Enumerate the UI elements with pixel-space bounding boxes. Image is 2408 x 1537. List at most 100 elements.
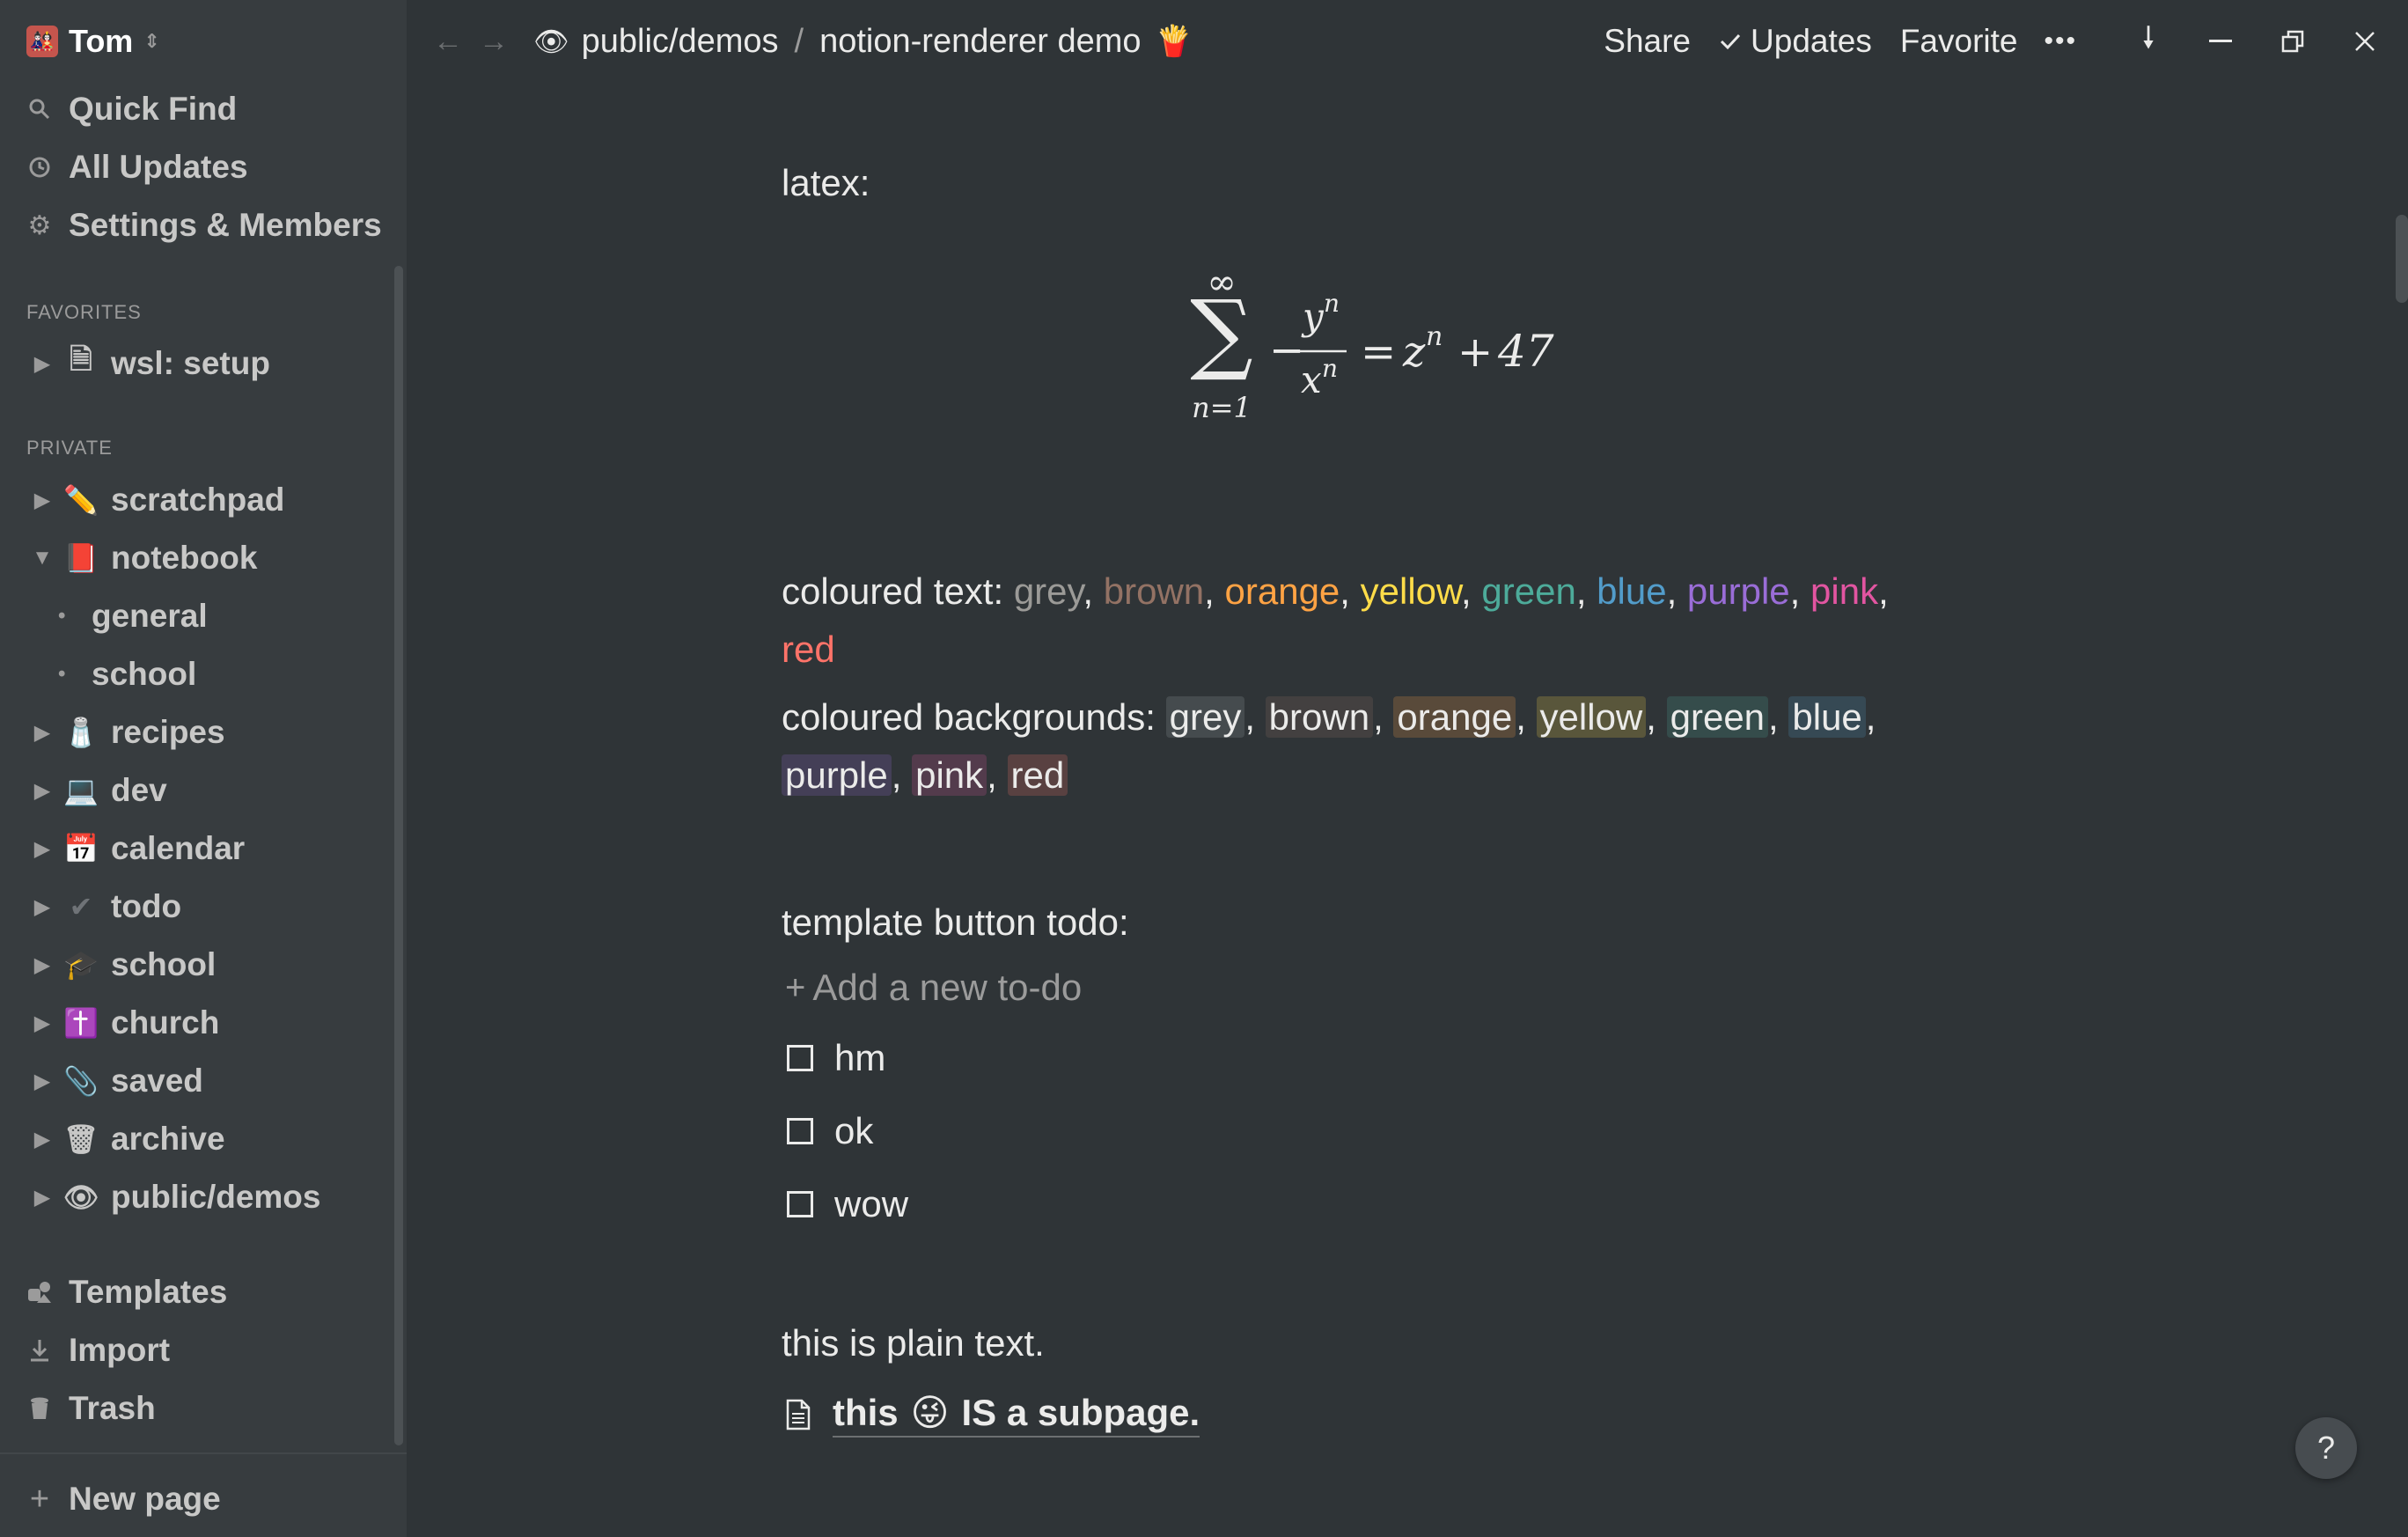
sidebar-item-quick-find[interactable]: Quick Find — [26, 85, 237, 134]
updates-button[interactable]: Updates — [1719, 23, 1872, 60]
sidebar-item-templates[interactable]: Templates — [26, 1268, 227, 1317]
sidebar-item-label: Quick Find — [69, 91, 238, 127]
svg-text:n: n — [1324, 289, 1340, 318]
cross-icon: ✝️ — [63, 1007, 99, 1039]
expand-triangle-icon[interactable]: ▶ — [30, 778, 55, 804]
latex-label: latex: — [782, 162, 870, 203]
search-icon — [26, 98, 53, 121]
sidebar-page-archive[interactable]: ▶ 🗑 archive — [30, 1114, 225, 1164]
todo-label[interactable]: wow — [834, 1183, 908, 1225]
expand-triangle-icon[interactable]: ▶ — [30, 488, 55, 513]
coloured-bg-word-pink: pink — [912, 754, 987, 796]
expand-triangle-icon[interactable]: ▶ — [30, 836, 55, 862]
topbar: ← → 👁 public/demos / notion-renderer dem… — [407, 0, 2408, 83]
coloured-word-orange: orange — [1224, 570, 1340, 612]
sidebar-item-label: church — [111, 1004, 220, 1041]
workspace-switcher[interactable]: 🎎 Tom ⇕ — [26, 19, 160, 63]
todo-checkbox[interactable] — [787, 1118, 813, 1144]
sidebar-page-saved[interactable]: ▶ 📎 saved — [30, 1056, 203, 1106]
sidebar-page-scratchpad[interactable]: ▶ ✏️ scratchpad — [30, 475, 285, 525]
sidebar-page-public-demos[interactable]: ▶ 👁 public/demos — [30, 1173, 321, 1222]
updates-label: Updates — [1751, 23, 1872, 59]
expand-triangle-icon[interactable]: ▶ — [30, 952, 55, 978]
subpage-link[interactable]: this 😜 IS a subpage. — [782, 1391, 1200, 1438]
content-scrollbar[interactable] — [2396, 215, 2408, 303]
expand-triangle-icon[interactable]: ▶ — [30, 1069, 55, 1094]
sidebar-item-all-updates[interactable]: All Updates — [26, 143, 248, 192]
collapse-triangle-icon[interactable]: ▼ — [30, 546, 55, 570]
add-todo-template-button[interactable]: + Add a new to-do — [782, 967, 1082, 1009]
sidebar-page-recipes[interactable]: ▶ 🧂 recipes — [30, 708, 225, 757]
sidebar-page-calendar[interactable]: ▶ 📅 calendar — [30, 824, 245, 873]
sidebar-item-trash[interactable]: Trash — [26, 1384, 156, 1433]
subpage-title: this 😜 IS a subpage. — [833, 1391, 1200, 1438]
breadcrumb-item-public-demos[interactable]: public/demos — [582, 23, 779, 61]
sidebar-page-todo[interactable]: ▶ ✔ todo — [30, 882, 181, 931]
todo-item: hm — [782, 1032, 885, 1085]
svg-text:=: = — [1361, 327, 1396, 377]
expand-triangle-icon[interactable]: ▶ — [30, 720, 55, 746]
book-icon: 📕 — [63, 542, 99, 574]
sidebar-item-label: Templates — [69, 1274, 228, 1310]
page-icon: 🗎 — [70, 343, 92, 375]
sidebar-page-notebook[interactable]: ▼ 📕 notebook — [30, 533, 257, 583]
expand-triangle-icon[interactable]: ▶ — [30, 894, 55, 920]
page-content: latex: ∞ ∑ n=1 − y n x n = z n + 47 colo… — [407, 83, 2408, 1537]
coloured-word-red: red — [782, 629, 835, 670]
coloured-bg-word-brown: brown — [1265, 696, 1374, 738]
todo-label[interactable]: ok — [834, 1110, 873, 1152]
sidebar-page-church[interactable]: ▶ ✝️ church — [30, 998, 220, 1048]
sidebar-item-settings[interactable]: ⚙ Settings & Members — [26, 201, 382, 250]
minimize-icon[interactable] — [2184, 40, 2257, 43]
clock-icon — [26, 156, 53, 179]
sidebar-page-dev[interactable]: ▶ 💻 dev — [30, 766, 167, 815]
expand-triangle-icon[interactable]: ▶ — [30, 1127, 55, 1152]
sidebar-item-label: saved — [111, 1063, 203, 1099]
breadcrumb-item-current-page[interactable]: notion-renderer demo — [819, 23, 1141, 61]
salt-icon: 🧂 — [63, 717, 99, 748]
sidebar-page-school[interactable]: ▶ 🎓 school — [30, 940, 216, 989]
bullet-icon: • — [58, 604, 66, 628]
share-button[interactable]: Share — [1604, 23, 1691, 60]
expand-triangle-icon[interactable]: ▶ — [30, 1011, 55, 1036]
todo-checkbox[interactable] — [787, 1045, 813, 1071]
sidebar-page-wsl-setup[interactable]: ▶ 🗎 wsl: setup — [30, 339, 270, 388]
more-options-button[interactable]: ••• — [2044, 26, 2077, 56]
sidebar-scrollbar[interactable] — [394, 266, 403, 1445]
expand-triangle-icon[interactable]: ▶ — [30, 351, 55, 377]
coloured-bg-words-line: purple, pink, red — [782, 754, 1068, 796]
graduation-cap-icon: 🎓 — [63, 949, 99, 981]
private-heading: PRIVATE — [26, 437, 113, 459]
close-icon[interactable] — [2329, 30, 2401, 53]
plain-text-block[interactable]: this is plain text. — [782, 1322, 1045, 1364]
favorite-button[interactable]: Favorite — [1900, 23, 2018, 60]
sidebar-subpage-general[interactable]: • general — [58, 592, 208, 641]
sidebar-item-import[interactable]: Import — [26, 1326, 170, 1375]
forward-arrow-icon[interactable]: → — [479, 25, 509, 59]
expand-triangle-icon[interactable]: ▶ — [30, 1185, 55, 1210]
subpage-title-part: IS a subpage. — [961, 1391, 1200, 1433]
restore-icon[interactable] — [2257, 30, 2329, 53]
paperclip-icon: 📎 — [63, 1065, 99, 1097]
help-button[interactable]: ? — [2295, 1417, 2357, 1479]
latex-equation[interactable]: ∞ ∑ n=1 − y n x n = z n + 47 — [1172, 262, 1595, 447]
new-page-button[interactable]: + New page — [26, 1474, 221, 1524]
coloured-words-line: grey, brown, orange, yellow, green, blue… — [1013, 570, 1889, 612]
sidebar-item-label: public/demos — [111, 1179, 321, 1215]
svg-text:x: x — [1301, 358, 1322, 401]
todo-label[interactable]: hm — [834, 1037, 885, 1079]
back-arrow-icon[interactable]: ← — [433, 25, 463, 59]
coloured-bg-word-green: green — [1666, 696, 1769, 738]
coloured-words-line: red — [782, 629, 835, 670]
download-arrow-icon[interactable]: 🠗 — [2112, 17, 2184, 67]
subpage-title-part: this — [833, 1391, 899, 1433]
todo-checkbox[interactable] — [787, 1191, 813, 1217]
workspace-avatar: 🎎 — [26, 26, 58, 57]
svg-text:n=1: n=1 — [1192, 391, 1252, 424]
sidebar-item-label: notebook — [111, 540, 258, 576]
topbar-actions: Share Updates Favorite ••• 🠗 — [1604, 0, 2408, 83]
coloured-bg-words-line: grey, brown, orange, yellow, green, blue… — [1165, 696, 1876, 738]
sidebar-item-label: calendar — [111, 830, 246, 866]
svg-text:n: n — [1426, 321, 1443, 352]
sidebar-subpage-school[interactable]: • school — [58, 650, 196, 699]
